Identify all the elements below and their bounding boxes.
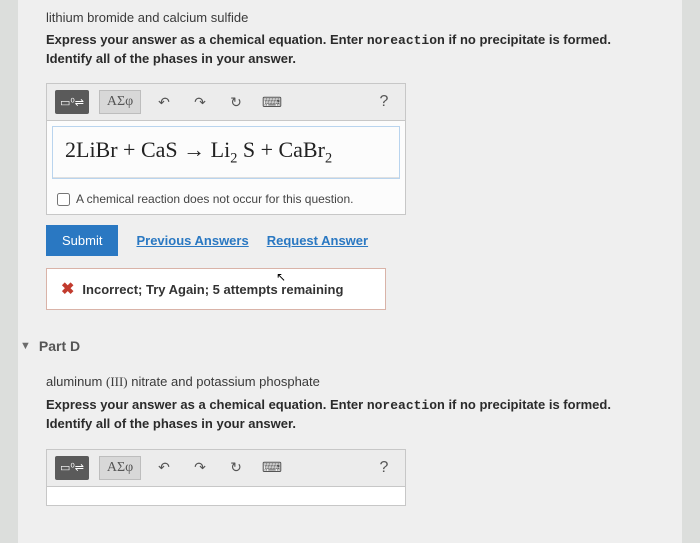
feedback-text: Incorrect; Try Again; 5 attempts remaini… [82,282,343,297]
redo-icon[interactable]: ↷ [187,90,213,114]
instr2-noreaction: noreaction [367,398,445,413]
reset-icon-d[interactable]: ↻ [223,456,249,480]
partc-intro: lithium bromide and calcium sulfide [46,10,654,25]
part-d-header[interactable]: ▼ Part D [20,338,654,354]
special-chars-button[interactable]: ΑΣφ [99,90,141,114]
partd-intro-a: aluminum [46,374,102,389]
instr-noreaction: noreaction [367,33,445,48]
undo-icon-d[interactable]: ↶ [151,456,177,480]
no-reaction-label: A chemical reaction does not occur for t… [76,192,353,206]
equation-input[interactable]: 2LiBr + CaS → Li2 S + CaBr2 [53,127,399,178]
partc-instruction: Express your answer as a chemical equati… [46,31,654,67]
keyboard-icon-d[interactable]: ⌨ [259,456,285,480]
partd-intro: aluminum (III) nitrate and potassium pho… [46,374,654,390]
page-container: lithium bromide and calcium sulfide Expr… [18,0,682,543]
help-icon-d[interactable]: ? [371,456,397,480]
action-row: Submit Previous Answers Request Answer [46,225,654,256]
request-answer-link[interactable]: Request Answer [267,233,368,248]
partd-intro-roman: (III) [106,374,128,389]
previous-answers-link[interactable]: Previous Answers [136,233,248,248]
instr2-text-a: Express your answer as a chemical equati… [46,397,367,412]
equation-widget: ▭⁰⇌ ΑΣφ ↶ ↷ ↻ ⌨ ? 2LiBr + CaS → Li2 S + … [46,83,406,215]
collapse-icon[interactable]: ▼ [20,340,31,352]
feedback-box: ✖ Incorrect; Try Again; 5 attempts remai… [46,268,386,310]
undo-icon[interactable]: ↶ [151,90,177,114]
partd-intro-b: nitrate and potassium phosphate [128,374,320,389]
keyboard-icon[interactable]: ⌨ [259,90,285,114]
part-d-title: Part D [39,338,80,354]
equation-toolbar-d: ▭⁰⇌ ΑΣφ ↶ ↷ ↻ ⌨ ? [47,450,405,487]
special-chars-button-d[interactable]: ΑΣφ [99,456,141,480]
equation-toolbar: ▭⁰⇌ ΑΣφ ↶ ↷ ↻ ⌨ ? [47,84,405,121]
no-reaction-checkbox[interactable] [57,193,70,206]
template-button[interactable]: ▭⁰⇌ [55,90,89,114]
help-icon[interactable]: ? [371,90,397,114]
instr-text-a: Express your answer as a chemical equati… [46,32,367,47]
partd-instruction: Express your answer as a chemical equati… [46,396,654,432]
redo-icon-d[interactable]: ↷ [187,456,213,480]
equation-widget-d: ▭⁰⇌ ΑΣφ ↶ ↷ ↻ ⌨ ? [46,449,406,506]
submit-button[interactable]: Submit [46,225,118,256]
reset-icon[interactable]: ↻ [223,90,249,114]
incorrect-icon: ✖ [61,279,74,299]
no-reaction-row[interactable]: A chemical reaction does not occur for t… [47,184,405,214]
template-button-d[interactable]: ▭⁰⇌ [55,456,89,480]
equation-input-d[interactable] [47,487,405,505]
